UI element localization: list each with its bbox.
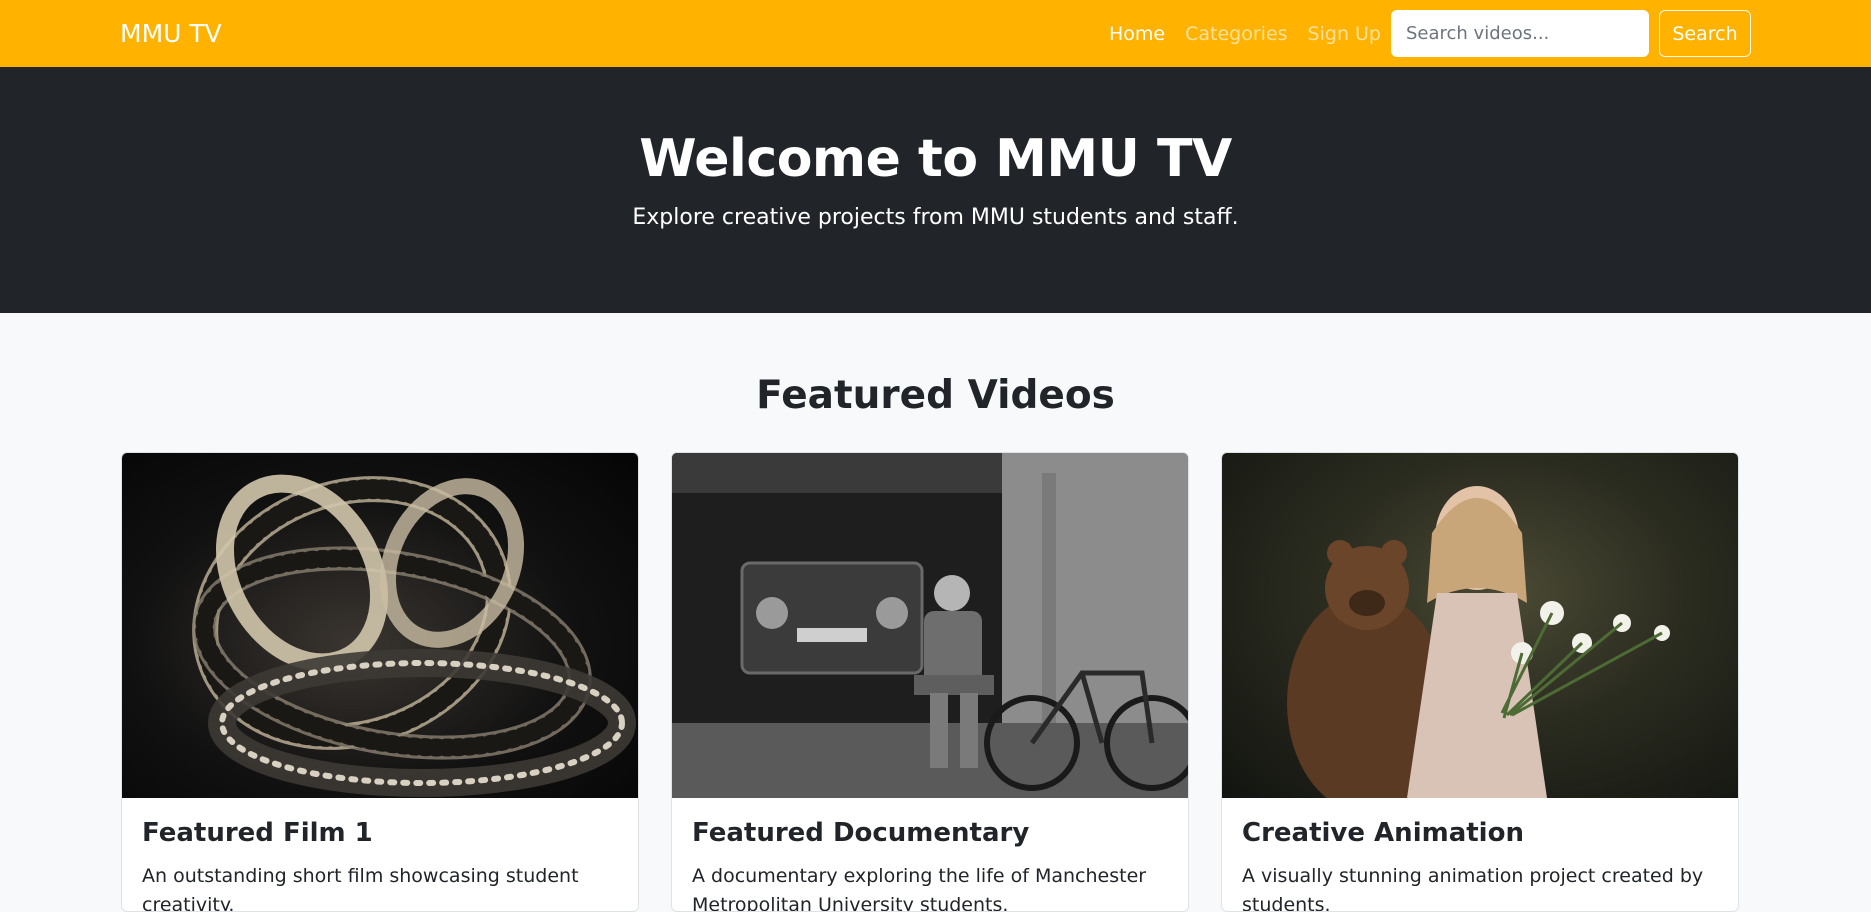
nav-link-home[interactable]: Home (1109, 23, 1165, 45)
card-title[interactable]: Featured Film 1 (142, 818, 618, 848)
card-body: Featured Film 1 An outstanding short fil… (122, 798, 638, 912)
card-description: An outstanding short film showcasing stu… (142, 865, 579, 912)
navbar: MMU TV Home Categories Sign Up Search (0, 0, 1871, 67)
search-input[interactable] (1391, 10, 1649, 57)
video-card-film[interactable]: Featured Film 1 An outstanding short fil… (121, 452, 639, 912)
documentary-image (672, 453, 1188, 798)
featured-cards: Featured Film 1 An outstanding short fil… (121, 452, 1739, 912)
card-description: A documentary exploring the life of Manc… (692, 865, 1147, 912)
animation-image (1287, 486, 1670, 798)
card-description: A visually stunning animation project cr… (1242, 865, 1704, 912)
nav-link-sign-up[interactable]: Sign Up (1308, 23, 1381, 45)
video-card-documentary[interactable]: Featured Documentary A documentary explo… (671, 452, 1189, 912)
video-card-animation[interactable]: Creative Animation A visually stunning a… (1221, 452, 1739, 912)
hero-subtitle: Explore creative projects from MMU stude… (632, 205, 1239, 230)
film-reel-image (192, 474, 636, 797)
card-title[interactable]: Creative Animation (1242, 818, 1718, 848)
hero-banner: Welcome to MMU TV Explore creative proje… (0, 67, 1871, 313)
featured-videos-title: Featured Videos (756, 373, 1115, 418)
hero-title: Welcome to MMU TV (639, 129, 1232, 189)
nav-link-categories[interactable]: Categories (1185, 23, 1287, 45)
documentary-thumbnail[interactable] (672, 453, 1188, 798)
nav-right: Home Categories Sign Up Search (1089, 10, 1751, 57)
film-reel-thumbnail[interactable] (122, 453, 638, 798)
animation-thumbnail[interactable] (1222, 453, 1738, 798)
card-body: Creative Animation A visually stunning a… (1222, 798, 1738, 912)
search-button[interactable]: Search (1659, 10, 1751, 57)
card-body: Featured Documentary A documentary explo… (672, 798, 1188, 912)
brand-logo[interactable]: MMU TV (120, 19, 222, 48)
card-title[interactable]: Featured Documentary (692, 818, 1168, 848)
